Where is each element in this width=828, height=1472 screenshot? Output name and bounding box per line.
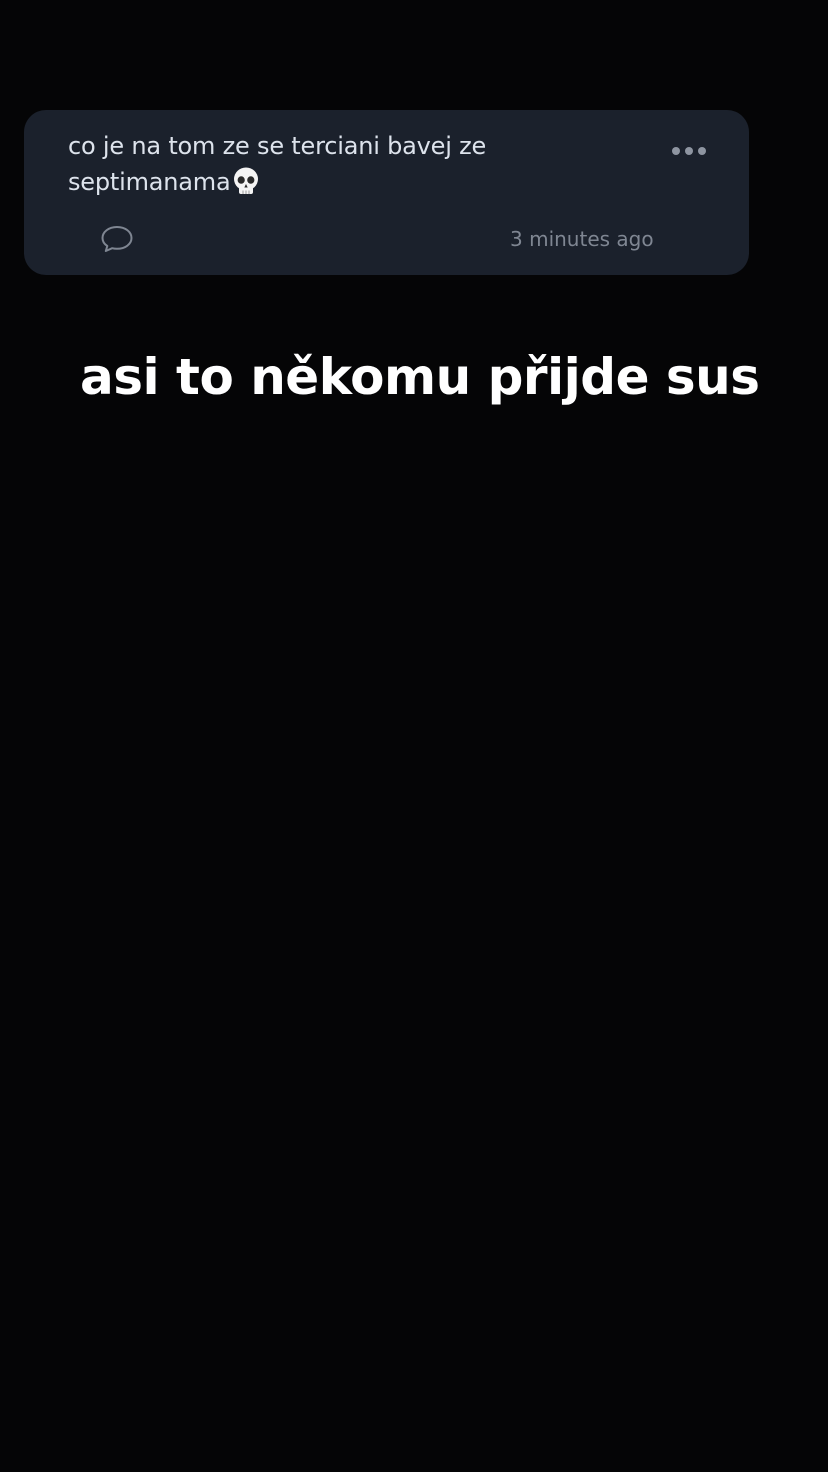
more-dot: [672, 147, 680, 155]
story-caption: asi to někomu přijde sus: [80, 348, 760, 406]
more-dot: [698, 147, 706, 155]
question-card: co je na tom ze se terciani bavej ze sep…: [24, 110, 749, 275]
skull-icon: [233, 167, 259, 197]
comment-bubble-icon[interactable]: [100, 224, 134, 254]
more-dot: [685, 147, 693, 155]
timestamp: 3 minutes ago: [510, 227, 654, 251]
more-options-icon[interactable]: [672, 147, 706, 155]
question-text: co je na tom ze se terciani bavej ze sep…: [68, 132, 487, 196]
question-text-block: co je na tom ze se terciani bavej ze sep…: [68, 128, 628, 200]
